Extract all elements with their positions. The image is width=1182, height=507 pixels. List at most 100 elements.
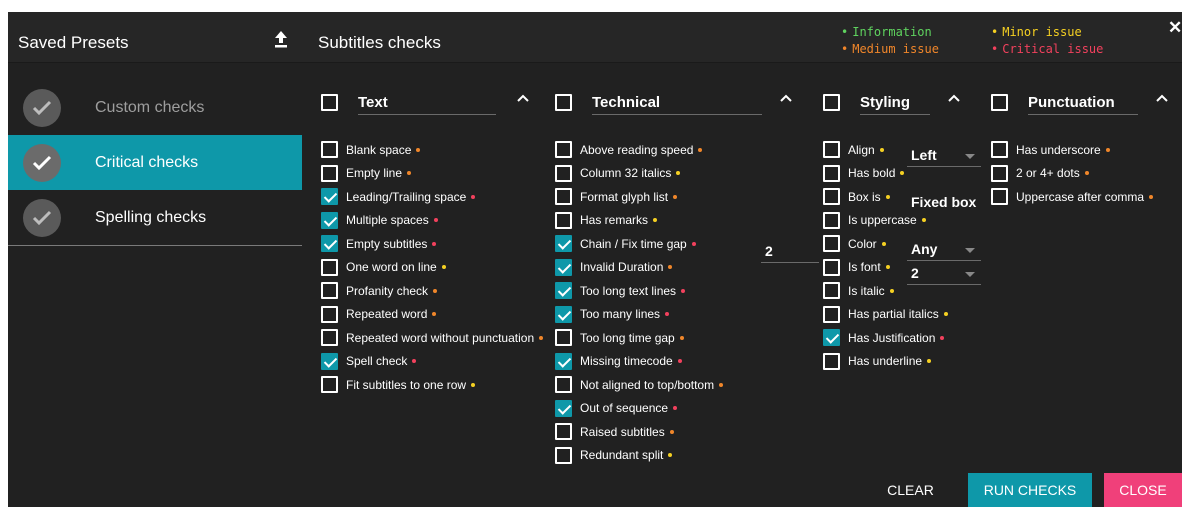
subtitles-checks-title: Subtitles checks — [318, 33, 441, 52]
checkbox[interactable] — [823, 329, 840, 347]
check-item[interactable]: One word on line — [321, 256, 543, 280]
checkbox[interactable] — [823, 352, 840, 370]
checkbox[interactable] — [823, 258, 840, 276]
checkbox[interactable] — [823, 235, 840, 253]
check-item[interactable]: Too long text lines — [555, 279, 723, 303]
color-select[interactable]: Any — [907, 239, 981, 261]
check-label: Leading/Trailing space — [346, 189, 467, 204]
checkbox[interactable] — [991, 141, 1008, 159]
preset-label: Spelling checks — [95, 208, 207, 226]
checkbox[interactable] — [555, 188, 572, 206]
align-select[interactable]: Left — [907, 145, 981, 167]
checkbox[interactable] — [321, 211, 338, 229]
check-item[interactable]: Profanity check — [321, 279, 543, 303]
chain-gap-input[interactable]: 2 — [761, 241, 819, 263]
checkbox[interactable] — [555, 282, 572, 300]
box-select[interactable]: Fixed box — [907, 192, 981, 214]
checkbox[interactable] — [823, 188, 840, 206]
clear-button[interactable]: CLEAR — [868, 473, 953, 507]
run-checks-button[interactable]: RUN CHECKS — [968, 473, 1092, 507]
preset-spelling-checks[interactable]: Spelling checks — [8, 190, 302, 245]
check-item[interactable]: Empty subtitles — [321, 232, 543, 256]
checkbox[interactable] — [321, 282, 338, 300]
check-item[interactable]: Too long time gap — [555, 326, 723, 350]
check-item[interactable]: Leading/Trailing space — [321, 185, 543, 209]
close-button[interactable]: CLOSE — [1104, 473, 1182, 507]
check-item[interactable]: Uppercase after comma — [991, 185, 1154, 209]
checkbox[interactable] — [321, 258, 338, 276]
checkbox[interactable] — [555, 376, 572, 394]
dropdown-arrow-icon — [965, 248, 975, 253]
checkbox[interactable] — [823, 141, 840, 159]
checkbox[interactable] — [823, 282, 840, 300]
check-item[interactable]: Fit subtitles to one row — [321, 373, 543, 397]
check-label: Blank space — [346, 142, 412, 157]
check-item[interactable]: Multiple spaces — [321, 209, 543, 233]
preset-critical-checks[interactable]: Critical checks — [8, 135, 302, 190]
close-icon[interactable]: ✕ — [1168, 18, 1182, 37]
check-item[interactable]: Has partial italics — [823, 303, 948, 327]
checkbox[interactable] — [321, 352, 338, 370]
check-item[interactable]: Format glyph list — [555, 185, 723, 209]
check-item[interactable]: Column 32 italics — [555, 162, 723, 186]
checkbox[interactable] — [991, 188, 1008, 206]
check-item[interactable]: Has Justification — [823, 326, 948, 350]
checkbox[interactable] — [321, 305, 338, 323]
chevron-up-icon[interactable] — [1156, 94, 1168, 102]
checkbox[interactable] — [823, 305, 840, 323]
checkbox[interactable] — [555, 211, 572, 229]
check-item[interactable]: 2 or 4+ dots — [991, 162, 1153, 186]
chevron-up-icon[interactable] — [948, 94, 960, 102]
check-item[interactable]: Repeated word — [321, 303, 543, 327]
checkbox[interactable] — [555, 305, 572, 323]
styling-select-all-checkbox[interactable] — [823, 93, 840, 111]
check-item[interactable]: Not aligned to top/bottom — [555, 373, 724, 397]
checkbox[interactable] — [321, 164, 338, 182]
check-item[interactable]: Out of sequence — [555, 397, 723, 421]
check-item[interactable]: Empty line — [321, 162, 543, 186]
legend-information: • Information — [841, 25, 932, 39]
check-item[interactable]: Spell check — [321, 350, 543, 374]
check-item[interactable]: Above reading speed — [555, 138, 723, 162]
severity-dot — [698, 147, 703, 152]
check-item[interactable]: Blank space — [321, 138, 543, 162]
check-item[interactable]: Invalid Duration — [555, 256, 723, 280]
checkbox[interactable] — [823, 164, 840, 182]
checkbox[interactable] — [555, 423, 572, 441]
checkbox[interactable] — [555, 258, 572, 276]
checkbox[interactable] — [321, 141, 338, 159]
check-item[interactable]: Raised subtitles — [555, 420, 723, 444]
check-item[interactable]: Has remarks — [555, 209, 723, 233]
check-item[interactable]: Too many lines — [555, 303, 723, 327]
checkbox[interactable] — [555, 141, 572, 159]
chevron-up-icon[interactable] — [517, 94, 529, 102]
checkbox[interactable] — [555, 235, 572, 253]
text-select-all-checkbox[interactable] — [321, 93, 338, 111]
checkbox[interactable] — [555, 329, 572, 347]
checkbox[interactable] — [555, 164, 572, 182]
checkbox[interactable] — [823, 211, 840, 229]
check-label: Has bold — [848, 166, 896, 181]
font-select[interactable]: 2 — [907, 263, 981, 285]
checkbox[interactable] — [321, 376, 338, 394]
severity-dot — [471, 194, 476, 199]
checkbox[interactable] — [991, 164, 1008, 182]
chevron-up-icon[interactable] — [780, 94, 792, 102]
preset-custom-checks[interactable]: Custom checks — [8, 80, 302, 135]
check-item[interactable]: Has underscore — [991, 138, 1153, 162]
punctuation-select-all-checkbox[interactable] — [991, 93, 1008, 111]
checkbox[interactable] — [555, 399, 572, 417]
severity-dot — [943, 312, 948, 317]
checkbox[interactable] — [555, 352, 572, 370]
checkbox[interactable] — [321, 235, 338, 253]
checkbox[interactable] — [321, 188, 338, 206]
checkbox[interactable] — [321, 329, 338, 347]
check-item[interactable]: Missing timecode — [555, 350, 723, 374]
check-item[interactable]: Chain / Fix time gap — [555, 232, 723, 256]
check-item[interactable]: Has underline — [823, 350, 948, 374]
technical-select-all-checkbox[interactable] — [555, 93, 572, 111]
checkbox[interactable] — [555, 446, 572, 464]
upload-icon[interactable] — [273, 29, 289, 49]
check-item[interactable]: Redundant split — [555, 444, 723, 468]
check-item[interactable]: Repeated word without punctuation — [321, 326, 544, 350]
